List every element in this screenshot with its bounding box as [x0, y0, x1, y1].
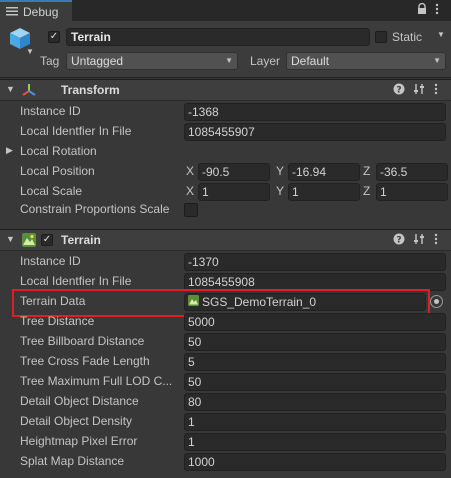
kebab-menu-icon[interactable]: [435, 3, 439, 18]
tag-dropdown[interactable]: Untagged ▼: [66, 52, 238, 70]
field-label: Local Scale: [20, 184, 83, 198]
svg-text:?: ?: [396, 236, 401, 246]
field-label: Tree Cross Fade Length: [20, 354, 150, 368]
foldout-arrow-icon[interactable]: ▼: [6, 84, 15, 94]
svg-text:?: ?: [396, 86, 401, 96]
transform-constrain-row: Constrain Proportions Scale: [0, 200, 451, 220]
scale-y-field[interactable]: 1: [288, 183, 360, 201]
field-label: Local Position: [20, 164, 95, 178]
terrain-instance-id-row: Instance ID -1370: [0, 252, 451, 272]
field-label: Constrain Proportions Scale: [20, 202, 170, 216]
axis-y-label: Y: [276, 184, 285, 198]
terrain-header[interactable]: ▼ ✓ Terrain ?: [0, 229, 451, 251]
transform-local-scale-row: Local Scale X 1 Y 1 Z 1: [0, 182, 451, 202]
field-label: Local Identfier In File: [20, 124, 132, 138]
field-label: Tree Distance: [20, 314, 95, 328]
splat-map-distance-field[interactable]: 1000: [184, 453, 446, 471]
tree-billboard-distance-row: Tree Billboard Distance 50: [0, 332, 451, 352]
detail-object-distance-field[interactable]: 80: [184, 393, 446, 411]
terrain-enabled-checkbox[interactable]: ✓: [41, 234, 53, 246]
tree-distance-field[interactable]: 5000: [184, 313, 446, 331]
position-y-field[interactable]: -16.94: [288, 163, 360, 181]
instance-id-field[interactable]: -1368: [184, 103, 446, 121]
gameobject-header: ▼ ✓ Terrain Static ▼ Tag Untagged ▼ Laye…: [0, 21, 451, 78]
kebab-menu-icon[interactable]: [434, 83, 438, 98]
field-label: Detail Object Density: [20, 414, 133, 428]
tab-debug[interactable]: Debug: [0, 0, 72, 21]
layer-label: Layer: [250, 54, 281, 68]
layer-dropdown[interactable]: Default ▼: [286, 52, 446, 70]
object-picker-icon[interactable]: [430, 295, 443, 308]
tab-label: Debug: [23, 4, 59, 19]
field-label: Local Identfier In File: [20, 274, 132, 288]
help-icon[interactable]: ?: [393, 233, 405, 248]
tree-maximum-full-lod-field[interactable]: 50: [184, 373, 446, 391]
terrain-title: Terrain: [61, 233, 101, 247]
transform-local-identifier-row: Local Identfier In File 1085455907: [0, 122, 451, 142]
static-label: Static: [392, 30, 423, 44]
presets-icon[interactable]: [413, 83, 425, 98]
help-icon[interactable]: ?: [393, 83, 405, 98]
constrain-checkbox[interactable]: [184, 203, 198, 217]
axis-x-label: X: [186, 184, 195, 198]
chevron-down-icon: ▼: [225, 56, 233, 65]
list-icon: [6, 5, 18, 19]
tab-bar: Debug: [0, 0, 451, 21]
axis-z-label: Z: [363, 184, 371, 198]
field-label: Instance ID: [20, 254, 81, 268]
heightmap-pixel-error-field[interactable]: 1: [184, 433, 446, 451]
tree-maximum-full-lod-row: Tree Maximum Full LOD C... 50: [0, 372, 451, 392]
tree-cross-fade-length-row: Tree Cross Fade Length 5: [0, 352, 451, 372]
transform-local-position-row: Local Position X -90.5 Y -16.94 Z -36.5: [0, 162, 451, 182]
layer-value: Default: [291, 54, 330, 68]
transform-header[interactable]: ▼ Transform ?: [0, 79, 451, 101]
transform-axes-icon: [22, 83, 36, 100]
transform-instance-id-row: Instance ID -1368: [0, 102, 451, 122]
presets-icon[interactable]: [413, 233, 425, 248]
tree-billboard-distance-field[interactable]: 50: [184, 333, 446, 351]
lock-icon[interactable]: [417, 2, 427, 18]
transform-local-rotation-row[interactable]: ▶ Local Rotation: [0, 142, 451, 162]
field-label: Tree Billboard Distance: [20, 334, 145, 348]
local-identifier-field[interactable]: 1085455907: [184, 123, 446, 141]
heightmap-pixel-error-row: Heightmap Pixel Error 1: [0, 432, 451, 452]
tag-value: Untagged: [71, 54, 124, 68]
static-checkbox[interactable]: [375, 31, 387, 43]
field-label: Detail Object Distance: [20, 394, 139, 408]
axis-y-label: Y: [276, 164, 285, 178]
position-x-field[interactable]: -90.5: [198, 163, 270, 181]
field-label: Instance ID: [20, 104, 81, 118]
scale-z-field[interactable]: 1: [376, 183, 448, 201]
scale-x-field[interactable]: 1: [198, 183, 270, 201]
instance-id-field[interactable]: -1370: [184, 253, 446, 271]
axis-z-label: Z: [363, 164, 371, 178]
tree-distance-row: Tree Distance 5000: [0, 312, 451, 332]
tag-label: Tag: [40, 54, 60, 68]
object-name-field[interactable]: Terrain: [66, 28, 370, 46]
chevron-down-icon[interactable]: ▼: [26, 47, 34, 56]
kebab-menu-icon[interactable]: [434, 233, 438, 248]
foldout-arrow-icon[interactable]: ▼: [6, 234, 15, 244]
foldout-arrow-icon[interactable]: ▶: [6, 145, 13, 156]
static-dropdown-chevron-icon[interactable]: ▼: [437, 30, 445, 39]
terrain-icon: [22, 233, 36, 250]
splat-map-distance-row: Splat Map Distance 1000: [0, 452, 451, 472]
transform-title: Transform: [61, 83, 120, 97]
position-z-field[interactable]: -36.5: [376, 163, 448, 181]
axis-x-label: X: [186, 164, 195, 178]
active-checkbox[interactable]: ✓: [48, 31, 60, 43]
field-label: Local Rotation: [20, 144, 97, 158]
detail-object-density-row: Detail Object Density 1: [0, 412, 451, 432]
detail-object-density-field[interactable]: 1: [184, 413, 446, 431]
field-label: Heightmap Pixel Error: [20, 434, 138, 448]
detail-object-distance-row: Detail Object Distance 80: [0, 392, 451, 412]
field-label: Tree Maximum Full LOD C...: [20, 374, 173, 388]
tree-cross-fade-length-field[interactable]: 5: [184, 353, 446, 371]
chevron-down-icon: ▼: [433, 56, 441, 65]
field-label: Splat Map Distance: [20, 454, 125, 468]
